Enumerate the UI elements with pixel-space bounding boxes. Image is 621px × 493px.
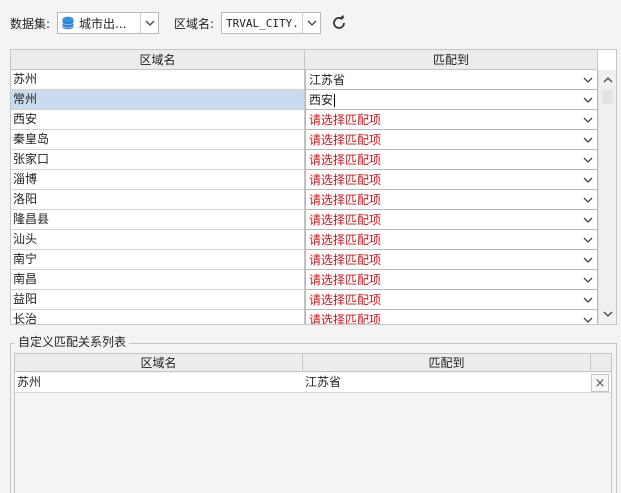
region-name-cell[interactable]: 秦皇岛 bbox=[11, 130, 305, 150]
chevron-down-icon[interactable] bbox=[579, 117, 597, 123]
table-row[interactable]: 苏州 江苏省 bbox=[11, 70, 598, 90]
chevron-down-icon[interactable] bbox=[579, 157, 597, 163]
table-row[interactable]: 汕头 请选择匹配项 bbox=[11, 230, 598, 250]
dataset-label: 数据集: bbox=[10, 17, 51, 31]
dataset-select[interactable]: 城市出... bbox=[57, 12, 159, 34]
chevron-down-icon[interactable] bbox=[579, 137, 597, 143]
chevron-down-icon[interactable] bbox=[579, 297, 597, 303]
grid-header: 区域名 匹配到 bbox=[11, 50, 598, 70]
match-placeholder: 请选择匹配项 bbox=[309, 313, 382, 325]
match-placeholder: 请选择匹配项 bbox=[309, 253, 382, 267]
custom-mapping-grid: 区域名 匹配到 苏州 江苏省 × bbox=[14, 353, 612, 493]
text-caret bbox=[334, 94, 336, 107]
region-name-cell[interactable]: 洛阳 bbox=[11, 190, 305, 210]
match-select[interactable]: 江苏省 bbox=[305, 70, 598, 90]
region-name-cell[interactable]: 张家口 bbox=[11, 150, 305, 170]
column-header-region[interactable]: 区域名 bbox=[11, 50, 305, 70]
region-name-cell[interactable]: 益阳 bbox=[11, 290, 305, 310]
match-select[interactable]: 请选择匹配项 bbox=[305, 290, 598, 310]
match-select[interactable]: 请选择匹配项 bbox=[305, 170, 598, 190]
chevron-down-icon[interactable] bbox=[302, 13, 320, 33]
region-name-cell[interactable]: 常州 bbox=[11, 90, 305, 110]
match-value: 西安 bbox=[309, 93, 336, 107]
match-placeholder: 请选择匹配项 bbox=[309, 173, 382, 187]
match-select[interactable]: 请选择匹配项 bbox=[305, 270, 598, 290]
match-placeholder: 请选择匹配项 bbox=[309, 293, 382, 307]
column-header-match[interactable]: 匹配到 bbox=[305, 50, 598, 70]
region-select[interactable]: TRVAL_CITY. bbox=[221, 12, 321, 34]
chevron-down-icon[interactable] bbox=[579, 97, 597, 103]
match-placeholder: 请选择匹配项 bbox=[309, 273, 382, 287]
match-select[interactable]: 请选择匹配项 bbox=[305, 250, 598, 270]
delete-icon[interactable]: × bbox=[591, 374, 609, 392]
chevron-down-icon[interactable] bbox=[579, 177, 597, 183]
match-placeholder: 请选择匹配项 bbox=[309, 193, 382, 207]
region-name-cell[interactable]: 汕头 bbox=[11, 230, 305, 250]
match-select[interactable]: 请选择匹配项 bbox=[305, 150, 598, 170]
custom-grid-header: 区域名 匹配到 bbox=[15, 354, 611, 372]
table-row[interactable]: 洛阳 请选择匹配项 bbox=[11, 190, 598, 210]
region-name-cell[interactable]: 南宁 bbox=[11, 250, 305, 270]
match-value: 江苏省 bbox=[309, 73, 346, 87]
match-select[interactable]: 请选择匹配项 bbox=[305, 210, 598, 230]
region-name-cell[interactable]: 苏州 bbox=[11, 70, 305, 90]
custom-row-region: 苏州 bbox=[17, 375, 42, 389]
region-name-cell[interactable]: 南昌 bbox=[11, 270, 305, 290]
scroll-thumb[interactable] bbox=[602, 90, 613, 104]
match-select[interactable]: 西安 bbox=[305, 90, 598, 110]
chevron-down-icon[interactable] bbox=[579, 217, 597, 223]
chevron-down-icon[interactable] bbox=[579, 277, 597, 283]
table-row[interactable]: 张家口 请选择匹配项 bbox=[11, 150, 598, 170]
match-placeholder: 请选择匹配项 bbox=[309, 233, 382, 247]
table-row[interactable]: 西安 请选择匹配项 bbox=[11, 110, 598, 130]
scroll-down-icon[interactable] bbox=[599, 306, 616, 322]
table-row[interactable]: 南昌 请选择匹配项 bbox=[11, 270, 598, 290]
vertical-scrollbar[interactable] bbox=[598, 70, 616, 324]
region-value: TRVAL_CITY. bbox=[226, 16, 299, 30]
table-row[interactable]: 秦皇岛 请选择匹配项 bbox=[11, 130, 598, 150]
custom-column-header-match[interactable]: 匹配到 bbox=[303, 354, 591, 372]
custom-column-header-action bbox=[591, 354, 611, 372]
match-select[interactable]: 请选择匹配项 bbox=[305, 230, 598, 250]
match-select[interactable]: 请选择匹配项 bbox=[305, 310, 598, 325]
table-row[interactable]: 长治 请选择匹配项 bbox=[11, 310, 598, 325]
region-name-cell[interactable]: 隆昌县 bbox=[11, 210, 305, 230]
chevron-down-icon[interactable] bbox=[140, 13, 158, 33]
mapping-grid: 区域名 匹配到 苏州 江苏省 常州 西安 西安 请选择匹配项 秦皇岛 请选择匹配项 张家口 请选择… bbox=[10, 49, 617, 325]
table-row[interactable]: 隆昌县 请选择匹配项 bbox=[11, 210, 598, 230]
chevron-down-icon[interactable] bbox=[579, 317, 597, 323]
custom-table-row[interactable]: 苏州 江苏省 × bbox=[15, 373, 611, 393]
chevron-down-icon[interactable] bbox=[579, 237, 597, 243]
database-icon bbox=[62, 16, 74, 30]
match-select[interactable]: 请选择匹配项 bbox=[305, 130, 598, 150]
match-placeholder: 请选择匹配项 bbox=[309, 133, 382, 147]
custom-column-header-region[interactable]: 区域名 bbox=[15, 354, 303, 372]
match-select[interactable]: 请选择匹配项 bbox=[305, 190, 598, 210]
table-row[interactable]: 常州 西安 bbox=[11, 90, 598, 110]
custom-row-match: 江苏省 bbox=[305, 375, 342, 389]
refresh-icon[interactable] bbox=[330, 14, 348, 32]
custom-mapping-title: 自定义匹配关系列表 bbox=[15, 335, 130, 349]
chevron-down-icon[interactable] bbox=[579, 77, 597, 83]
table-row[interactable]: 淄博 请选择匹配项 bbox=[11, 170, 598, 190]
dataset-value: 城市出... bbox=[79, 16, 127, 31]
chevron-down-icon[interactable] bbox=[579, 257, 597, 263]
region-name-cell[interactable]: 长治 bbox=[11, 310, 305, 324]
chevron-down-icon[interactable] bbox=[579, 197, 597, 203]
region-name-cell[interactable]: 淄博 bbox=[11, 170, 305, 190]
region-label: 区域名: bbox=[174, 17, 215, 31]
scroll-up-icon[interactable] bbox=[599, 72, 616, 88]
match-placeholder: 请选择匹配项 bbox=[309, 213, 382, 227]
match-placeholder: 请选择匹配项 bbox=[309, 153, 382, 167]
toolbar: 数据集: 城市出... 区域名: TRVAL_CITY. bbox=[0, 0, 621, 46]
table-row[interactable]: 益阳 请选择匹配项 bbox=[11, 290, 598, 310]
match-select[interactable]: 请选择匹配项 bbox=[305, 110, 598, 130]
table-row[interactable]: 南宁 请选择匹配项 bbox=[11, 250, 598, 270]
match-placeholder: 请选择匹配项 bbox=[309, 113, 382, 127]
region-name-cell[interactable]: 西安 bbox=[11, 110, 305, 130]
